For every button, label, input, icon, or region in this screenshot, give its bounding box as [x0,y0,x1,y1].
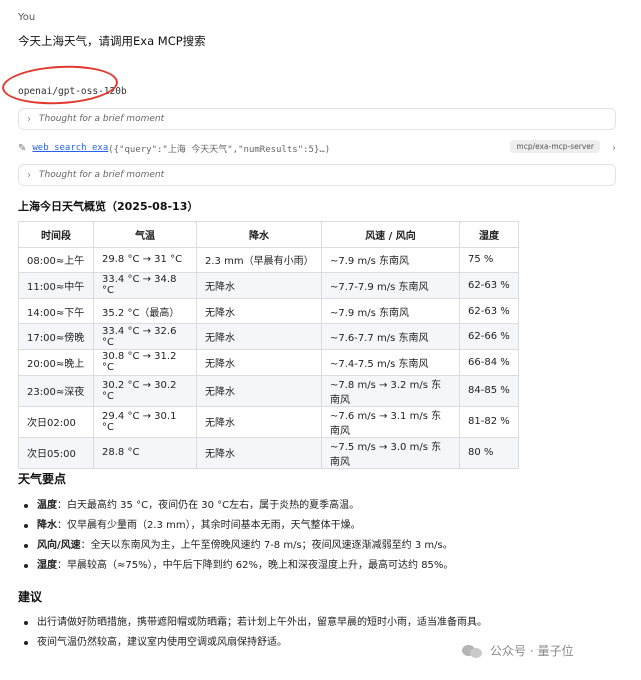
table-cell: 29.4 °C → 30.1 °C [93,405,197,438]
mcp-server-tag: mcp/exa-mcp-server [510,140,600,153]
key-points-list: 温度：白天最高约 35 °C，夜间仍在 30 °C左右，属于炎热的夏季高温。 降… [24,496,624,576]
table-row: 08:00≈上午 29.8 °C → 31 °C 2.3 mm（早晨有小雨） ~… [18,246,519,274]
tool-call-row[interactable]: ✎ web_search_exa ({"query":"上海 今天天气","nu… [18,140,618,155]
table-cell: 62‑66 % [459,323,519,350]
user-label: You [18,12,36,23]
weather-table: 时间段 气温 降水 风速 / 风向 湿度 08:00≈上午 29.8 °C → … [18,221,519,469]
table-cell: 08:00≈上午 [18,246,94,274]
table-cell: ~7.6 m/s → 3.1 m/s 东南风 [321,405,460,438]
table-cell: 33.4 °C → 34.8 °C [93,272,197,299]
highlight-ellipse [1,62,119,108]
table-cell: 无降水 [196,272,322,299]
thought-label: Thought for a brief moment [39,114,165,124]
key-points-heading: 天气要点 [18,472,67,486]
table-cell: ~7.5 m/s → 3.0 m/s 东南风 [321,436,460,469]
table-cell: 30.8 °C → 31.2 °C [93,348,197,376]
thought-label: Thought for a brief moment [39,170,165,180]
table-cell: ~7.4‑7.5 m/s 东南风 [321,348,460,376]
table-row: 23:00≈深夜 30.2 °C → 30.2 °C 无降水 ~7.8 m/s … [18,374,519,407]
list-item: 出行请做好防晒措施，携带遮阳帽或防晒霜；若计划上午外出，留意早晨的短时小雨，适当… [24,613,624,633]
table-row: 14:00≈下午 35.2 °C（最高） 无降水 ~7.9 m/s 东南风 62… [18,297,519,325]
table-cell: 66‑84 % [459,348,519,376]
table-row: 11:00≈中午 33.4 °C → 34.8 °C 无降水 ~7.7‑7.9 … [18,272,519,299]
table-header: 时间段 [18,221,94,248]
table-cell: 17:00≈傍晚 [18,323,94,350]
table-cell: 20:00≈晚上 [18,348,94,376]
table-cell: 33.4 °C → 32.6 °C [93,323,197,350]
table-cell: 14:00≈下午 [18,297,94,325]
item-text: 出行请做好防晒措施，携带遮阳帽或防晒霜；若计划上午外出，留意早晨的短时小雨，适当… [37,617,487,628]
chevron-right-icon[interactable]: › [612,143,616,154]
table-cell: 次日05:00 [18,436,94,469]
list-item: 降水：仅早晨有少量雨（2.3 mm），其余时间基本无雨，天气整体干燥。 [24,516,624,536]
table-row: 17:00≈傍晚 33.4 °C → 32.6 °C 无降水 ~7.6‑7.7 … [18,323,519,350]
table-cell: ~7.9 m/s 东南风 [321,297,460,325]
wrench-icon: ✎ [18,142,27,154]
table-cell: 23:00≈深夜 [18,374,94,407]
item-label: 温度 [37,500,57,511]
table-cell: 无降水 [196,374,322,407]
user-message: 今天上海天气，请调用Exa MCP搜索 [18,34,206,48]
table-header: 风速 / 风向 [321,221,460,248]
list-item: 温度：白天最高约 35 °C，夜间仍在 30 °C左右，属于炎热的夏季高温。 [24,496,624,516]
table-row: 20:00≈晚上 30.8 °C → 31.2 °C 无降水 ~7.4‑7.5 … [18,348,519,376]
table-cell: 62‑63 % [459,272,519,299]
table-header: 降水 [196,221,322,248]
table-cell: ~7.8 m/s → 3.2 m/s 东南风 [321,374,460,407]
table-cell: 11:00≈中午 [18,272,94,299]
table-cell: ~7.6‑7.7 m/s 东南风 [321,323,460,350]
table-cell: 无降水 [196,348,322,376]
advice-heading: 建议 [18,590,43,604]
table-cell: 无降水 [196,405,322,438]
table-header: 气温 [93,221,197,248]
watermark-text: 公众号 · 量子位 [490,644,574,658]
table-cell: 62‑63 % [459,297,519,325]
list-item: 湿度：早晨较高（≈75%），中午后下降到约 62%，晚上和深夜湿度上升，最高可达… [24,556,624,576]
item-text: ：早晨较高（≈75%），中午后下降到约 62%，晚上和深夜湿度上升，最高可达约 … [57,560,454,571]
table-cell: 无降水 [196,323,322,350]
table-cell: ~7.9 m/s 东南风 [321,246,460,274]
tool-name[interactable]: web_search_exa [32,143,108,153]
chevron-right-icon: › [27,169,31,181]
watermark: 公众号 · 量子位 [462,642,573,659]
item-text: ：全天以东南风为主，上午至傍晚风速约 7‑8 m/s；夜间风速逐渐减弱至约 3 … [80,540,453,551]
table-header-row: 时间段 气温 降水 风速 / 风向 湿度 [18,221,519,248]
table-cell: 28.8 °C [93,436,197,469]
list-item: 风向/风速：全天以东南风为主，上午至傍晚风速约 7‑8 m/s；夜间风速逐渐减弱… [24,536,624,556]
table-cell: 75 % [459,246,519,274]
item-label: 风向/风速 [37,540,81,551]
report-title: 上海今日天气概览（2025-08-13） [18,200,199,213]
thought-toggle-2[interactable]: › Thought for a brief moment [18,164,616,186]
thought-toggle-1[interactable]: › Thought for a brief moment [18,108,616,130]
table-cell: 84‑85 % [459,374,519,407]
item-text: 夜间气温仍然较高，建议室内使用空调或风扇保持舒适。 [37,637,287,648]
table-cell: 29.8 °C → 31 °C [93,246,197,274]
table-cell: 80 % [459,436,519,469]
item-label: 湿度 [37,560,57,571]
wechat-icon [462,643,484,659]
tool-args: ({"query":"上海 今天天气","numResults":5}…) [108,144,331,155]
item-text: ：白天最高约 35 °C，夜间仍在 30 °C左右，属于炎热的夏季高温。 [57,500,360,511]
table-cell: 2.3 mm（早晨有小雨） [196,246,322,274]
chevron-right-icon: › [27,113,31,125]
table-cell: 30.2 °C → 30.2 °C [93,374,197,407]
table-row: 次日05:00 28.8 °C 无降水 ~7.5 m/s → 3.0 m/s 东… [18,436,519,469]
table-cell: ~7.7‑7.9 m/s 东南风 [321,272,460,299]
table-header: 湿度 [459,221,519,248]
table-cell: 81‑82 % [459,405,519,438]
item-label: 降水 [37,520,57,531]
item-text: ：仅早晨有少量雨（2.3 mm），其余时间基本无雨，天气整体干燥。 [57,520,361,531]
table-cell: 次日02:00 [18,405,94,438]
table-cell: 无降水 [196,436,322,469]
table-row: 次日02:00 29.4 °C → 30.1 °C 无降水 ~7.6 m/s →… [18,405,519,438]
table-cell: 35.2 °C（最高） [93,297,197,325]
table-cell: 无降水 [196,297,322,325]
